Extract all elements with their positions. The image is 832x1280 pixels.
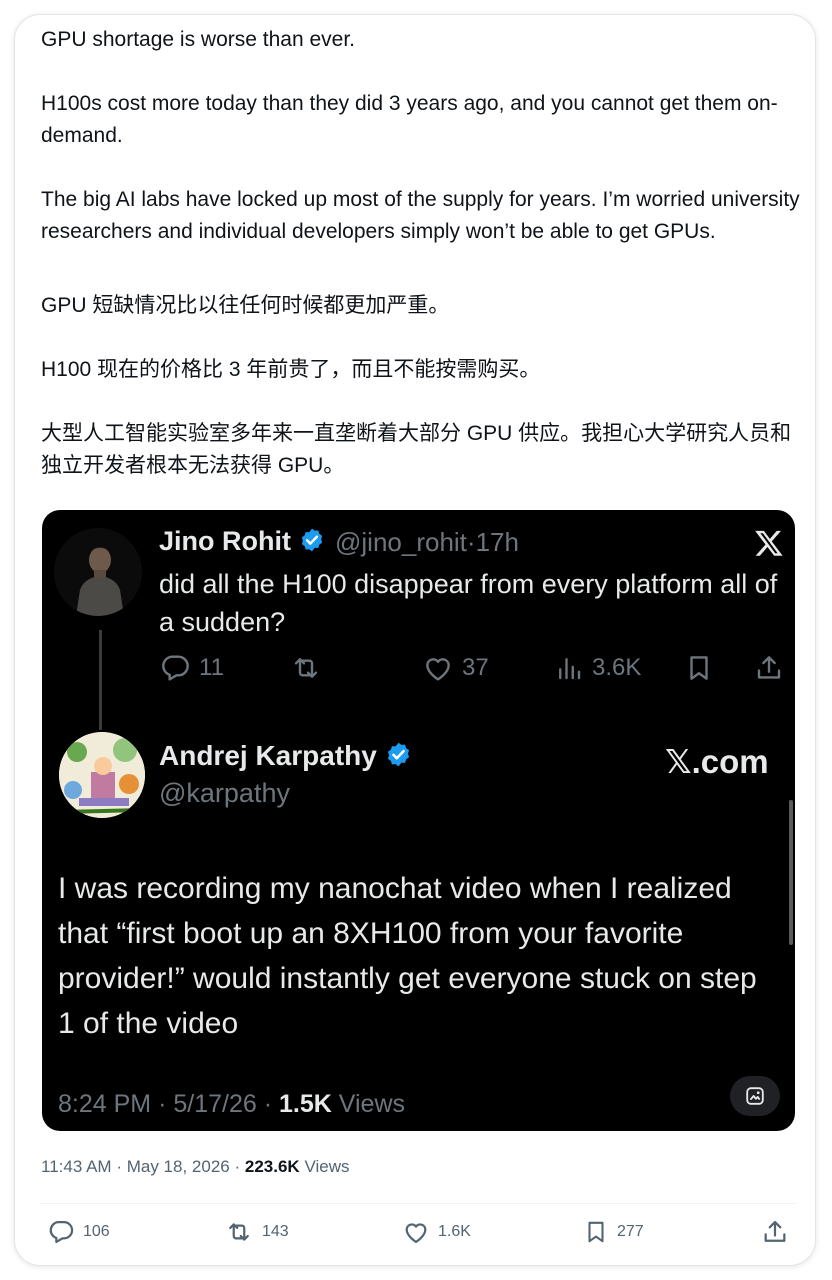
like-count: 1.6K [438,1223,471,1240]
repost-count: 143 [262,1223,289,1240]
views-icon [559,658,581,680]
divider [40,1203,796,1204]
jino-like-button[interactable]: 37 [422,652,489,684]
post-views-label: Views [304,1157,350,1176]
jino-views-count: 3.6K [592,654,642,681]
post-text-en-1: GPU shortage is worse than ever. [41,28,355,51]
quoted-image[interactable]: Jino Rohit @jino_rohit·17h did all the H… [42,510,795,1131]
karpathy-name[interactable]: Andrej Karpathy [159,740,377,771]
repost-icon [294,658,318,678]
karpathy-tweet-text: I was recording my nanochat video when I… [58,872,757,1040]
jino-age: 17h [475,527,519,557]
karpathy-handle[interactable]: @karpathy [159,778,290,809]
post-time[interactable]: 11:43 AM [41,1157,112,1176]
jino-name[interactable]: Jino Rohit [159,526,291,556]
xcom-brand: 𝕏.com [665,743,769,780]
jino-bookmark-button[interactable] [684,652,714,684]
post-meta: 11:43 AM · May 18, 2026 · 223.6K Views [41,1157,350,1176]
jino-like-count: 37 [462,654,489,681]
share-icon [764,1220,786,1242]
like-icon [426,658,450,681]
share-button[interactable] [761,1218,789,1246]
jino-reply-count: 11 [199,654,224,681]
share-icon [757,656,781,679]
jino-repost-button[interactable] [289,652,323,684]
verified-badge-icon [385,741,412,775]
like-icon [405,1223,427,1244]
bookmark-icon [690,656,708,680]
karpathy-views-label: Views [338,1090,406,1118]
karpathy-tweet-meta: 8:24 PM · 5/17/26 · 1.5K Views [58,1090,406,1118]
like-button[interactable]: 1.6K [402,1218,471,1246]
jino-views-button[interactable]: 3.6K [554,652,641,684]
karpathy-avatar[interactable] [59,732,145,818]
reply-count: 106 [83,1223,110,1240]
jino-handle[interactable]: @jino_rohit [335,527,467,557]
post-date[interactable]: May 18, 2026 [127,1157,230,1176]
jino-tweet-text: did all the H100 disappear from every pl… [159,569,778,637]
jino-reply-button[interactable]: 11 [159,652,224,684]
quote-scrollbar[interactable] [789,800,793,945]
karpathy-views-count: 1.5K [279,1090,332,1118]
reply-button[interactable]: 106 [47,1218,110,1246]
bookmark-icon [588,1221,604,1243]
jino-handle-row: @jino_rohit·17h [335,527,519,558]
jino-share-button[interactable] [754,652,784,684]
x-logo-icon [754,528,784,563]
post-text-zh-3: 大型人工智能实验室多年来一直垄断着大部分 GPU 供应。我担心大学研究人员和独立… [41,422,792,477]
reply-icon [162,655,189,681]
post-text-en-2: H100s cost more today than they did 3 ye… [41,92,778,147]
reply-icon [49,1220,74,1244]
post-views-count: 223.6K [244,1157,300,1176]
dot-sep: · [466,527,476,557]
jino-name-row[interactable]: Jino Rohit [159,526,325,560]
repost-icon [229,1223,249,1241]
karpathy-name-row[interactable]: Andrej Karpathy [159,740,412,775]
jino-avatar[interactable] [54,528,142,616]
karpathy-time[interactable]: 8:24 PM [58,1090,151,1118]
post-text-zh-2: H100 现在的价格比 3 年前贵了，而且不能按需购买。 [41,358,541,381]
karpathy-date[interactable]: 5/17/26 [173,1090,256,1118]
post-action-bar: 106 143 1.6K 277 [0,1218,832,1254]
post-text-en-3: The big AI labs have locked up most of t… [41,188,800,243]
edit-image-button[interactable] [730,1076,780,1116]
edit-image-icon [746,1087,764,1105]
jino-actions: 11 37 3.6K [42,652,795,688]
bookmark-count: 277 [617,1223,644,1240]
post-text-zh-1: GPU 短缺情况比以往任何时候都更加严重。 [41,294,450,317]
bookmark-button[interactable]: 277 [583,1218,644,1246]
repost-button[interactable]: 143 [224,1218,289,1246]
verified-badge-icon [299,527,325,560]
